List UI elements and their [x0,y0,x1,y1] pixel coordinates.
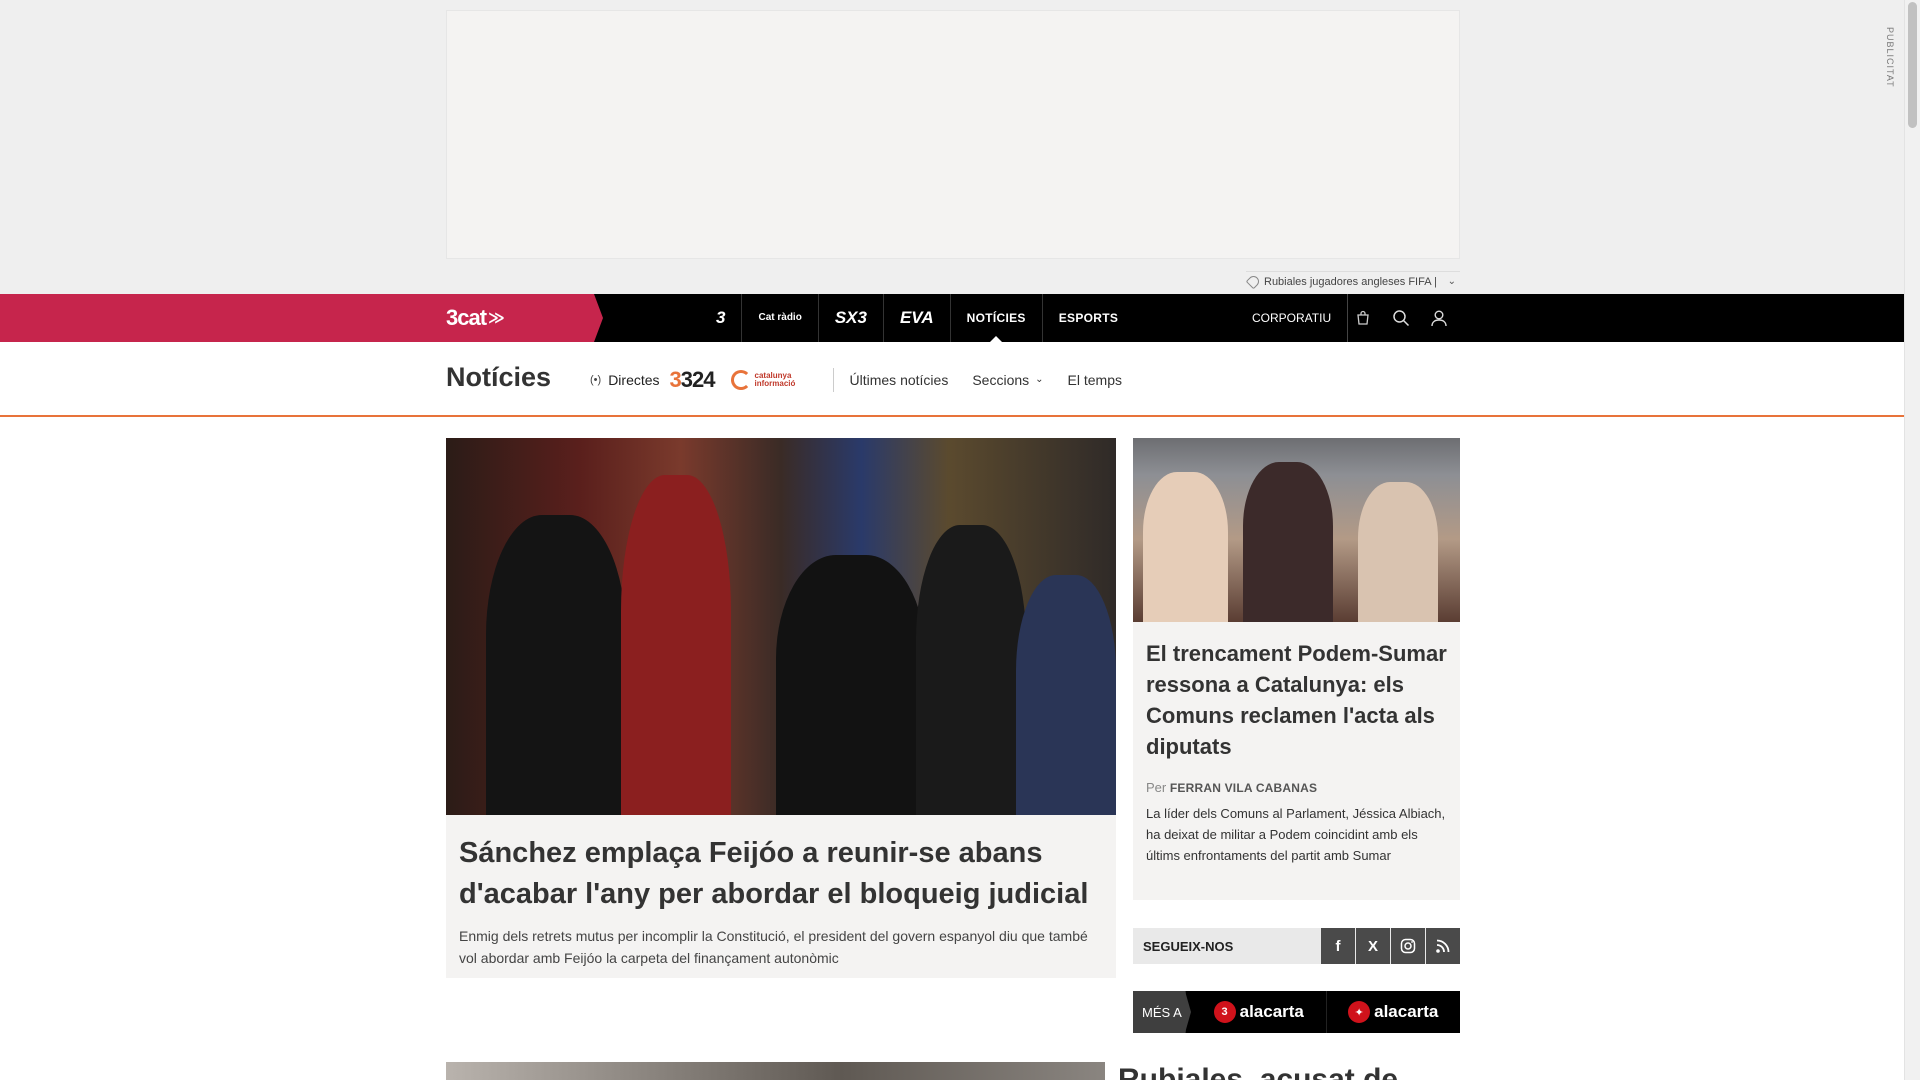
324-logo-text: 324 [680,366,716,392]
main-article-body: Sánchez emplaça Feijóo a reunir-se abans… [446,815,1116,987]
brand-arrow-icon: ≫ [488,310,505,327]
channel-nav: 3 Cat ràdio SX3 EVA NOTÍCIES ESPORTS [700,294,1134,342]
brand-name: 3cat [446,305,487,330]
user-icon[interactable] [1428,307,1450,329]
photo-figure [1143,472,1228,622]
nav-ultimes-noticies[interactable]: Últimes notícies [850,372,949,388]
directes-label: Directes [608,371,660,388]
tag-icon [1245,273,1262,290]
toolbar [1352,294,1450,342]
chevron-down-icon: ⌄ [1035,374,1044,385]
alacarta-bar: MÉS A 3 alacarta ✦ alacarta [1133,991,1460,1033]
nav-seccions[interactable]: Seccions ⌄ [972,372,1043,388]
catalunya-informacio-icon [730,369,751,390]
rss-icon[interactable] [1426,928,1460,964]
channel-catradio[interactable]: Cat ràdio [742,294,819,342]
facebook-icon[interactable]: f [1321,928,1355,964]
main-article[interactable]: Sánchez emplaça Feijóo a reunir-se abans… [446,438,1116,978]
catalunya-informacio-logo[interactable]: catalunya informació [730,367,834,392]
top-navbar: 3cat ≫ 3 Cat ràdio SX3 EVA NOTÍCIES ESPO… [0,294,1904,342]
photo-figure [1358,482,1438,622]
channel-noticies-label: NOTÍCIES [966,311,1026,325]
catradio-alacarta-button[interactable]: ✦ alacarta [1325,991,1460,1033]
ad-tag-text: Rubiales jugadores angleses FIFA | [1264,275,1437,288]
brand-zone: 3cat ≫ [0,294,603,342]
ad-banner[interactable]: PUBLICITAT [446,10,1895,259]
side-article-image[interactable] [1133,438,1460,622]
channel-esports-label: ESPORTS [1058,311,1119,325]
author-name[interactable]: FERRAN VILA CABANAS [1170,781,1317,795]
photo-figure [486,515,626,815]
tv3-badge-icon: 3 [1213,1001,1236,1023]
byline: Per FERRAN VILA CABANAS [1146,780,1447,795]
channel-sx3[interactable]: SX3 [819,294,884,342]
tv3-logo-icon: 3 [716,308,726,327]
channel-eva[interactable]: EVA [884,294,951,342]
catalunya-informacio-text: catalunya informació [754,370,796,388]
follow-us-label: SEGUEIX-NOS [1143,938,1234,954]
section-nav: (•) Directes 3324 catalunya informació Ú… [590,342,1130,417]
cart-icon[interactable] [1352,307,1374,329]
follow-us-bar: SEGUEIX-NOS f X [1133,928,1460,964]
scrollbar-thumb[interactable] [1908,2,1917,128]
nav-ultimes-noticies-label: Últimes notícies [849,371,949,388]
nav-seccions-label: Seccions [972,371,1030,388]
directes-link[interactable]: (•) Directes [590,372,660,388]
nav-el-temps[interactable]: El temps [1068,372,1122,388]
ad-topic-tag[interactable]: Rubiales jugadores angleses FIFA | ⌄ [1245,271,1460,291]
main-article-title[interactable]: Sánchez emplaça Feijóo a reunir-se abans… [459,833,1103,915]
scrollbar[interactable] [1904,0,1920,1080]
ad-label: PUBLICITAT [1885,27,1895,88]
chevron-down-icon: ⌄ [1447,276,1456,287]
side-article-body: El trencament Podem-Sumar ressona a Cata… [1133,622,1460,882]
tv3-alacarta-button[interactable]: 3 alacarta [1185,991,1326,1033]
side-article-title[interactable]: El trencament Podem-Sumar ressona a Cata… [1146,638,1447,762]
byline-prefix: Per [1146,780,1167,795]
live-broadcast-icon: (•) [590,373,602,386]
3cat-logo[interactable]: 3cat ≫ [446,305,505,331]
photo-figure [1243,462,1333,622]
side-article-summary: La líder dels Comuns al Parlament, Jéssi… [1146,806,1446,863]
channel-esports[interactable]: ESPORTS [1043,294,1134,342]
section-bar: Notícies (•) Directes 3324 catalunya inf… [0,342,1904,417]
photo-figure [621,475,731,815]
sx3-logo-icon: SX3 [834,308,867,327]
photo-figure [1016,575,1116,815]
tv3-alacarta-label: alacarta [1239,1002,1304,1021]
next-article-title[interactable]: Rubiales, acusat de [1118,1060,1460,1080]
324-logo[interactable]: 3324 [670,366,716,393]
photo-figure [776,555,926,815]
catradio-alacarta-label: alacarta [1374,1002,1439,1021]
nav-el-temps-label: El temps [1067,371,1122,388]
corporatiu-link[interactable]: CORPORATIU [1252,294,1349,342]
x-icon[interactable]: X [1356,928,1390,964]
catradio-logo-icon: Cat ràdio [758,312,802,323]
photo-figure [916,525,1026,815]
eva-logo-icon: EVA [899,308,934,327]
ad-zone: PUBLICITAT Rubiales jugadores angleses F… [0,0,1904,294]
mes-a-label: MÉS A [1133,991,1191,1033]
next-article-image[interactable] [446,1062,1105,1080]
section-title[interactable]: Notícies [446,362,551,393]
search-icon[interactable] [1390,307,1412,329]
channel-noticies[interactable]: NOTÍCIES [951,294,1043,342]
instagram-icon[interactable] [1391,928,1425,964]
catradio-badge-icon: ✦ [1348,1001,1371,1023]
main-article-summary: Enmig dels retrets mutus per incomplir l… [459,928,1088,966]
main-article-image[interactable] [446,438,1116,815]
channel-tv3[interactable]: 3 [700,294,743,342]
side-article[interactable]: El trencament Podem-Sumar ressona a Cata… [1133,438,1460,900]
